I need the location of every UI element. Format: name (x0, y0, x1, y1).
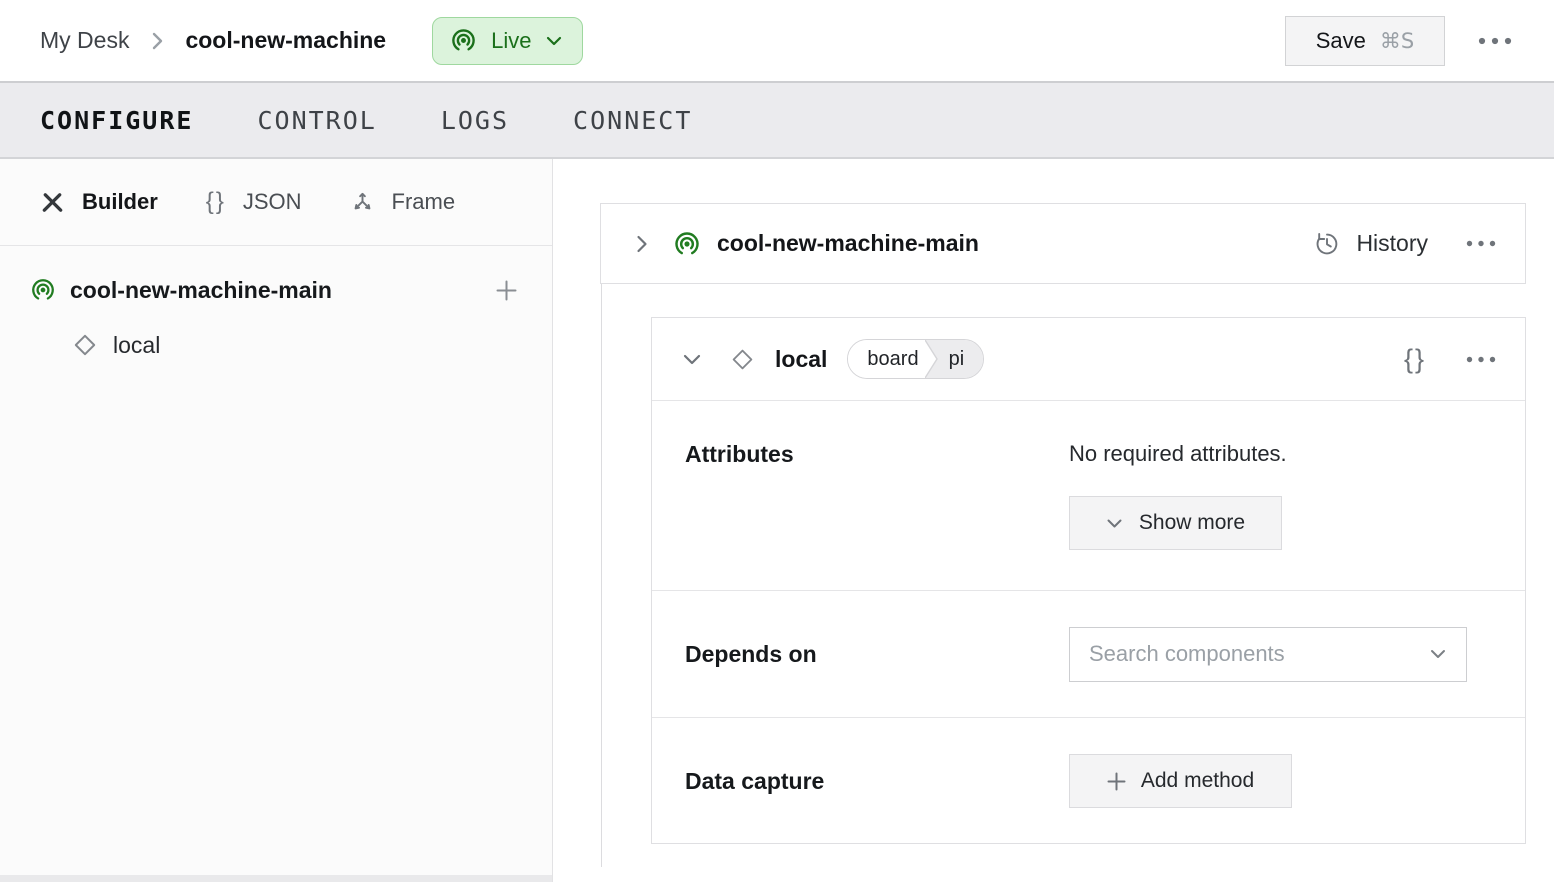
component-diamond-icon (72, 332, 98, 358)
tree-item-local[interactable]: local (72, 325, 518, 365)
component-json-button[interactable]: {} (1404, 344, 1426, 375)
add-method-label: Add method (1141, 769, 1254, 793)
live-status-dropdown[interactable]: Live (432, 17, 583, 65)
tab-logs[interactable]: LOGS (441, 106, 509, 135)
part-card-left: cool-new-machine-main (634, 230, 1314, 258)
save-button[interactable]: Save ⌘S (1285, 16, 1445, 66)
history-label: History (1356, 230, 1428, 257)
attributes-value: No required attributes. Show more (1069, 441, 1525, 550)
component-menu-button[interactable] (1466, 356, 1496, 363)
live-label: Live (491, 28, 531, 54)
part-expand-chevron-right-icon[interactable] (634, 233, 649, 255)
attributes-label: Attributes (685, 441, 1069, 468)
plus-icon (1107, 772, 1126, 791)
main-nav-tabs: CONFIGURE CONTROL LOGS CONNECT (0, 81, 1554, 159)
json-braces-icon: {} (206, 188, 226, 216)
depends-on-value: Search components (1069, 627, 1525, 682)
history-clock-icon (1314, 231, 1340, 257)
depends-on-label: Depends on (685, 641, 1069, 668)
view-tab-json-label: JSON (243, 189, 302, 215)
tree-item-main-part[interactable]: cool-new-machine-main (30, 268, 518, 312)
save-shortcut: ⌘S (1380, 29, 1414, 53)
data-capture-section: Data capture Add method (652, 718, 1525, 844)
save-label: Save (1316, 28, 1366, 54)
tab-configure[interactable]: CONFIGURE (40, 106, 193, 135)
component-name: local (775, 346, 827, 373)
data-capture-value: Add method (1069, 754, 1525, 808)
attributes-section: Attributes No required attributes. Show … (652, 401, 1525, 591)
component-card-local: local board pi {} (651, 317, 1526, 844)
component-header-left: local board pi (682, 339, 1404, 379)
tab-connect[interactable]: CONNECT (573, 106, 692, 135)
topbar-left: My Desk cool-new-machine Live (40, 17, 583, 65)
part-menu-button[interactable] (1466, 240, 1496, 247)
machine-menu-button[interactable] (1478, 37, 1512, 45)
component-diamond-icon (730, 347, 755, 372)
component-type: board (848, 340, 924, 378)
content-area: Builder {} JSON Frame (0, 159, 1554, 882)
machine-part-icon (673, 230, 701, 258)
live-broadcast-icon (450, 27, 477, 54)
breadcrumb-current: cool-new-machine (185, 27, 386, 54)
chevron-down-icon (1429, 648, 1447, 660)
add-component-button[interactable] (495, 279, 518, 302)
show-more-button[interactable]: Show more (1069, 496, 1282, 550)
show-more-label: Show more (1139, 511, 1245, 535)
chevron-down-icon (545, 35, 563, 47)
badge-divider-chevron-icon (925, 340, 941, 378)
topbar-right: Save ⌘S (1285, 16, 1512, 66)
depends-on-select[interactable]: Search components (1069, 627, 1467, 682)
component-indent-line (601, 284, 602, 867)
machine-part-icon (30, 277, 56, 303)
view-tab-builder[interactable]: Builder (40, 189, 158, 215)
tree-item-main-part-label: cool-new-machine-main (70, 277, 481, 304)
depends-on-section: Depends on Search components (652, 591, 1525, 718)
part-card-title: cool-new-machine-main (717, 230, 979, 257)
sidebar-bottom-strip (0, 875, 552, 882)
component-card-header: local board pi {} (652, 318, 1525, 401)
history-button[interactable]: History (1314, 230, 1428, 257)
data-capture-label: Data capture (685, 768, 1069, 795)
view-tab-json[interactable]: {} JSON (206, 188, 302, 216)
chevron-down-icon (1106, 518, 1123, 529)
attributes-empty-text: No required attributes. (1069, 441, 1525, 467)
machine-tree: cool-new-machine-main local (0, 246, 552, 365)
tab-control[interactable]: CONTROL (257, 106, 376, 135)
config-view-switcher: Builder {} JSON Frame (0, 159, 552, 246)
tree-item-local-label: local (113, 332, 160, 359)
frame-axes-icon (350, 190, 375, 215)
part-card: cool-new-machine-main History (600, 203, 1526, 284)
breadcrumb: My Desk cool-new-machine (40, 27, 386, 54)
view-tab-builder-label: Builder (82, 189, 158, 215)
add-method-button[interactable]: Add method (1069, 754, 1292, 808)
component-type-model-badge: board pi (847, 339, 984, 379)
top-bar: My Desk cool-new-machine Live Save ⌘S (0, 0, 1554, 81)
breadcrumb-parent[interactable]: My Desk (40, 27, 129, 54)
component-model: pi (941, 340, 984, 378)
crossed-tools-icon (40, 190, 65, 215)
depends-on-placeholder: Search components (1089, 641, 1285, 667)
view-tab-frame-label: Frame (392, 189, 456, 215)
view-tab-frame[interactable]: Frame (350, 189, 456, 215)
breadcrumb-separator-icon (150, 30, 164, 52)
sidebar: Builder {} JSON Frame (0, 159, 553, 882)
config-main-panel: cool-new-machine-main History (553, 159, 1554, 882)
component-collapse-chevron-down-icon[interactable] (682, 353, 702, 366)
